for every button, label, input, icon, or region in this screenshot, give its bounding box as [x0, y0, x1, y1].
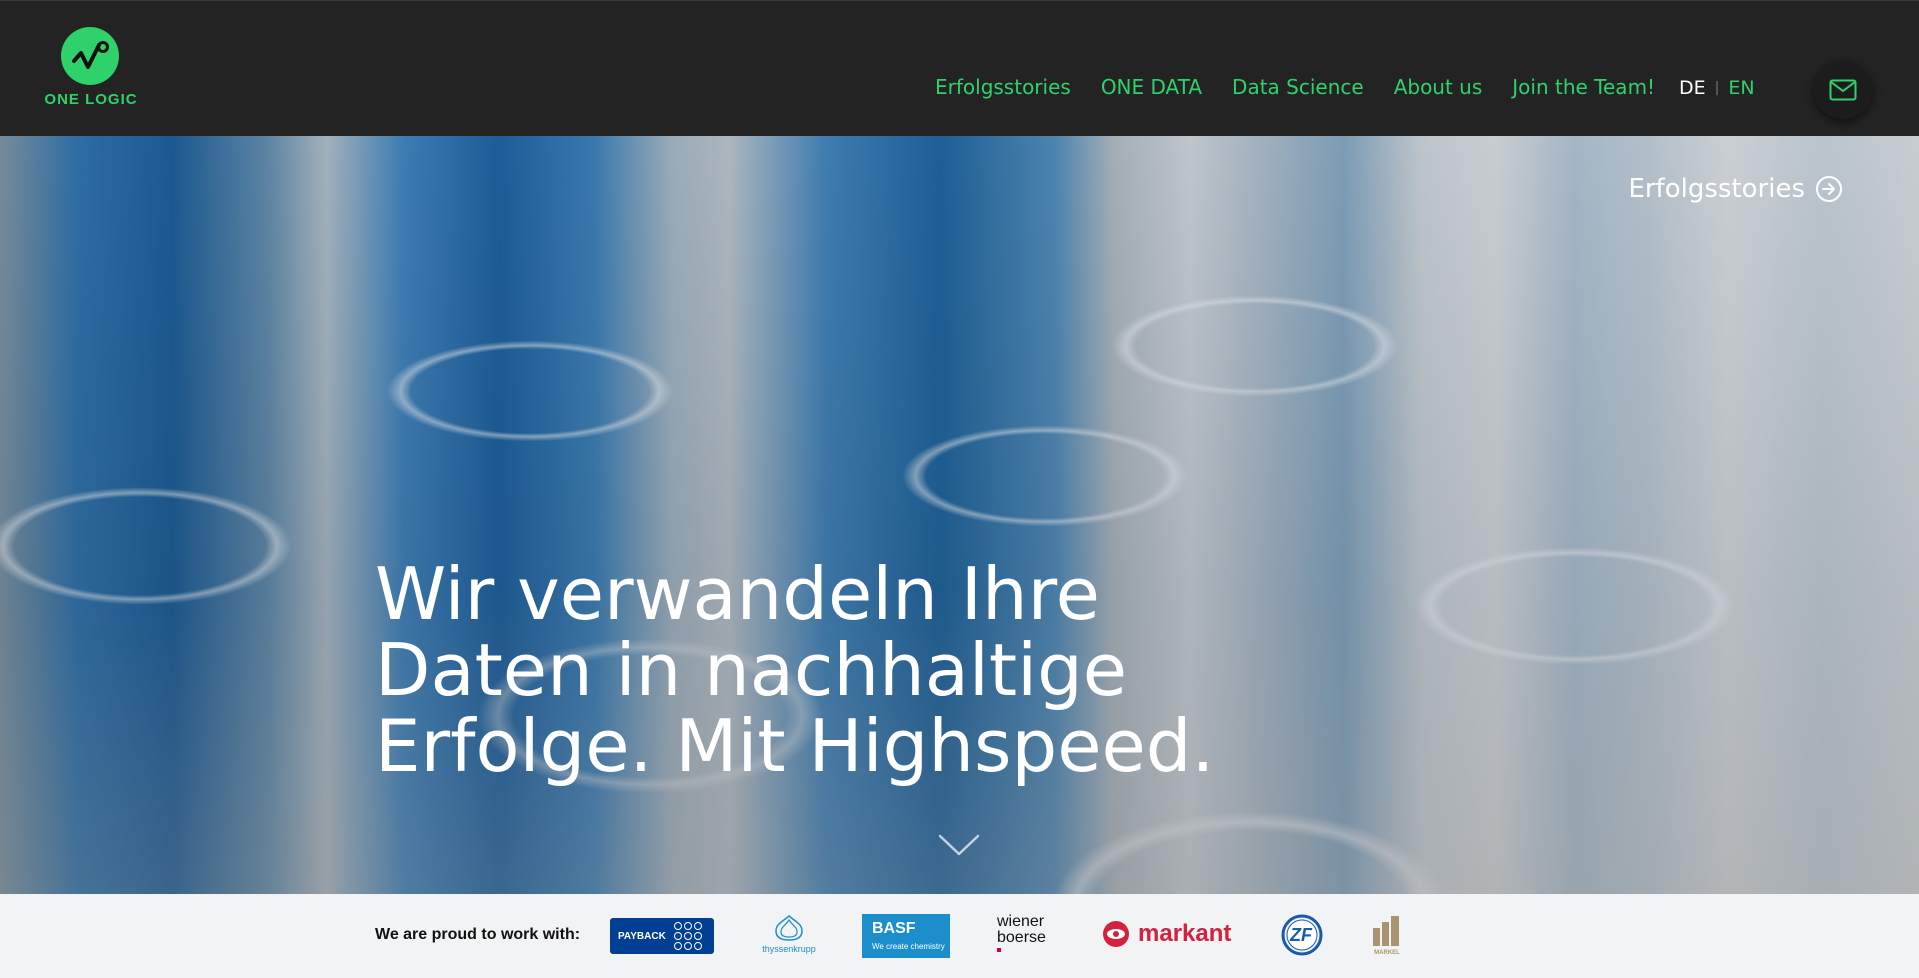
zf-logo-text: ZF	[1290, 925, 1312, 945]
payback-logo-text: PAYBACK	[618, 930, 666, 942]
hero-headline-line-2: Daten in nachhaltige	[375, 628, 1128, 712]
markant-logo: markant	[1100, 920, 1231, 948]
one-logic-logo[interactable]: ONE LOGIC	[41, 27, 141, 111]
nav-item-join-the-team[interactable]: Join the Team!	[1512, 75, 1655, 99]
wiener-red-dot	[997, 948, 1001, 952]
markel-logo: MARKEL	[1371, 916, 1403, 956]
basf-logo-text: BASF	[872, 920, 916, 937]
language-de[interactable]: DE	[1679, 77, 1706, 99]
payback-logo: PAYBACK	[610, 918, 714, 954]
chevron-down-icon[interactable]	[938, 832, 980, 858]
partners-strip: We are proud to work with: PAYBACK thyss…	[0, 894, 1919, 978]
main-nav: Erfolgsstories ONE DATA Data Science Abo…	[935, 75, 1685, 99]
wiener-logo-line-2: boerse	[997, 929, 1046, 946]
payback-dots-icon	[673, 922, 702, 950]
hero-link-label: Erfolgsstories	[1628, 174, 1805, 204]
nav-item-data-science[interactable]: Data Science	[1232, 75, 1364, 99]
wiener-logo-line-1: wiener	[997, 913, 1045, 930]
contact-button[interactable]	[1814, 61, 1872, 119]
zf-logo: ZF	[1281, 914, 1323, 960]
markel-building-icon	[1373, 916, 1399, 946]
partners-label: We are proud to work with:	[375, 926, 581, 943]
markant-eye-icon	[1103, 921, 1129, 947]
nav-item-one-data[interactable]: ONE DATA	[1101, 75, 1202, 99]
language-en[interactable]: EN	[1728, 77, 1754, 99]
basf-tagline: We create chemistry	[872, 942, 945, 951]
hero-headline: Wir verwandeln Ihre Daten in nachhaltige…	[375, 556, 1275, 784]
nav-item-about-us[interactable]: About us	[1394, 75, 1483, 99]
thyssenkrupp-logo-text: thyssenkrupp	[762, 944, 816, 954]
markant-logo-text: markant	[1138, 920, 1232, 947]
thyssenkrupp-logo: thyssenkrupp	[762, 914, 816, 954]
nav-item-erfolgsstories[interactable]: Erfolgsstories	[935, 75, 1071, 99]
basf-logo: BASF We create chemistry	[862, 914, 950, 958]
mail-icon	[1829, 79, 1857, 101]
markel-logo-text: MARKEL	[1374, 950, 1400, 956]
language-switcher: DE | EN	[1679, 77, 1755, 99]
logo-mark-icon	[61, 27, 119, 85]
hero-section: Erfolgsstories Wir verwandeln Ihre Daten…	[0, 136, 1919, 894]
language-separator: |	[1714, 80, 1720, 96]
thyssenkrupp-emblem-icon	[775, 915, 803, 941]
logo-wordmark: ONE LOGIC	[44, 91, 138, 108]
wiener-boerse-logo: wiener boerse	[997, 914, 1046, 952]
arrow-circle-right-icon	[1816, 176, 1842, 202]
hero-headline-line-1: Wir verwandeln Ihre	[375, 552, 1100, 636]
hero-erfolgsstories-link[interactable]: Erfolgsstories	[1628, 174, 1843, 204]
site-header: ONE LOGIC Erfolgsstories ONE DATA Data S…	[0, 0, 1919, 136]
hero-headline-line-3: Erfolge. Mit Highspeed.	[375, 704, 1215, 788]
